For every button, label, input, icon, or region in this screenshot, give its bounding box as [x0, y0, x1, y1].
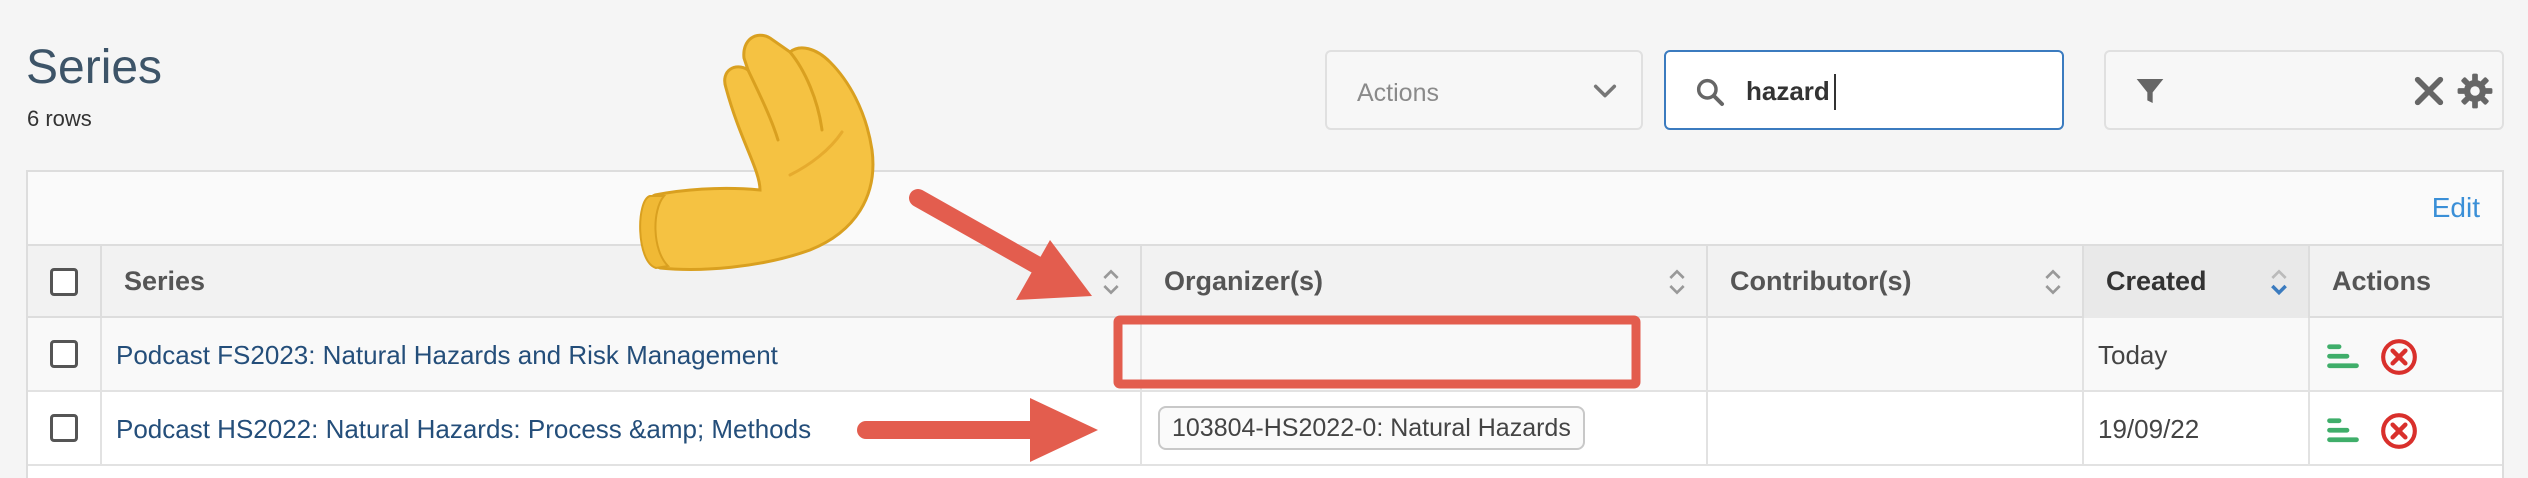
actions-cell — [2310, 392, 2506, 466]
created-date: 19/09/22 — [2098, 414, 2200, 444]
column-header-contributors[interactable]: Contributor(s) — [1708, 246, 2084, 318]
column-header-actions: Actions — [2310, 246, 2506, 318]
series-link[interactable]: Podcast FS2023: Natural Hazards and Risk… — [116, 340, 778, 371]
delete-icon[interactable] — [2380, 412, 2418, 450]
filter-bar[interactable] — [2104, 50, 2504, 130]
delete-icon[interactable] — [2380, 338, 2418, 376]
column-header-label: Actions — [2332, 266, 2432, 296]
text-caret — [1834, 74, 1836, 110]
created-date: Today — [2098, 340, 2168, 370]
filter-icon — [2136, 79, 2164, 103]
edit-link[interactable]: Edit — [2432, 192, 2480, 224]
organizer-cell: 103804-HS2022-0: Natural Hazards — [1142, 392, 1708, 466]
series-cell: Podcast HS2022: Natural Hazards: Process… — [102, 392, 1142, 466]
search-icon — [1696, 78, 1724, 106]
column-header-label: Contributor(s) — [1730, 266, 1912, 296]
sort-icon — [2045, 269, 2061, 295]
sort-desc-icon — [2271, 269, 2287, 296]
sort-icon — [1669, 269, 1685, 295]
chevron-down-icon — [1593, 84, 1617, 98]
column-header-organizers[interactable]: Organizer(s) — [1142, 246, 1708, 318]
row-select-cell — [28, 392, 102, 466]
row-checkbox[interactable] — [50, 340, 78, 368]
column-header-label: Created — [2106, 266, 2207, 296]
created-cell: 19/09/22 — [2084, 392, 2310, 466]
actions-dropdown-label: Actions — [1357, 79, 1439, 107]
series-cell: Podcast FS2023: Natural Hazards and Risk… — [102, 318, 1142, 392]
contributor-cell — [1708, 318, 2084, 392]
actions-dropdown[interactable]: Actions — [1325, 50, 1643, 130]
table-header: Series Organizer(s) Contributor(s) Creat… — [28, 246, 2502, 318]
column-header-series[interactable]: Series — [102, 246, 1142, 318]
row-count: 6 rows — [27, 106, 92, 131]
table-toolbar: Edit — [28, 172, 2502, 246]
search-field[interactable] — [1664, 50, 2064, 130]
clear-icon[interactable] — [2412, 74, 2446, 108]
contributor-cell — [1708, 392, 2084, 466]
select-all-checkbox[interactable] — [50, 268, 78, 296]
column-header-label: Organizer(s) — [1164, 266, 1324, 296]
created-cell: Today — [2084, 318, 2310, 392]
column-header-created[interactable]: Created — [2084, 246, 2310, 318]
organizer-cell — [1142, 318, 1708, 392]
actions-cell — [2310, 318, 2506, 392]
statistics-icon[interactable] — [2324, 338, 2362, 376]
page-title: Series — [26, 41, 163, 94]
row-select-cell — [28, 318, 102, 392]
sort-icon — [1103, 269, 1119, 295]
table-row: Podcast HS2022: Natural Hazards: Process… — [28, 392, 2502, 466]
table-row: Podcast FS2023: Natural Hazards and Risk… — [28, 318, 2502, 392]
series-link[interactable]: Podcast HS2022: Natural Hazards: Process… — [116, 414, 811, 445]
organizer-tag: 103804-HS2022-0: Natural Hazards — [1158, 406, 1585, 450]
gear-icon[interactable] — [2456, 72, 2494, 110]
column-header-label: Series — [124, 266, 206, 296]
statistics-icon[interactable] — [2324, 412, 2362, 450]
row-checkbox[interactable] — [50, 414, 78, 442]
search-input[interactable] — [1746, 70, 2046, 112]
series-table: Edit Series Organizer(s) Contributor(s) — [26, 170, 2504, 478]
header-select-cell — [28, 246, 102, 318]
